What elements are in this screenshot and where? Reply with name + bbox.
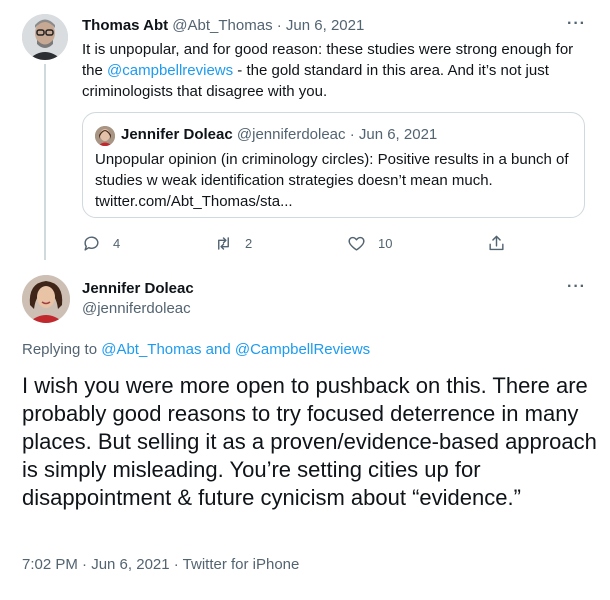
- replying-to: Replying to @Abt_Thomas and @CampbellRev…: [22, 341, 370, 358]
- retweet-count: 2: [245, 236, 253, 251]
- main-more-button[interactable]: ···: [567, 278, 586, 296]
- avatar-image: [22, 275, 70, 323]
- tweet-timestamp[interactable]: 7:02 PM · Jun 6, 2021 · Twitter for iPho…: [22, 556, 299, 573]
- avatar-jennifer-doleac[interactable]: [22, 275, 70, 323]
- thread-line: [44, 64, 46, 260]
- parent-header: Thomas Abt @Abt_Thomas · Jun 6, 2021: [82, 17, 364, 34]
- replying-to-prefix: Replying to: [22, 341, 102, 358]
- like-count: 10: [378, 236, 393, 251]
- share-button[interactable]: [487, 234, 518, 253]
- quoted-header: Jennifer Doleac @jenniferdoleac · Jun 6,…: [121, 126, 437, 143]
- share-icon: [489, 235, 504, 251]
- quoted-avatar: [95, 126, 115, 146]
- parent-author-name[interactable]: Thomas Abt: [82, 17, 168, 34]
- parent-author-handle[interactable]: @Abt_Thomas: [172, 17, 272, 34]
- reply-user-abt-thomas[interactable]: @Abt_Thomas: [101, 341, 201, 358]
- quoted-tweet-card[interactable]: Jennifer Doleac @jenniferdoleac · Jun 6,…: [82, 112, 585, 218]
- reply-user-campbellreviews[interactable]: @CampbellReviews: [235, 341, 370, 358]
- quoted-avatar-image: [95, 126, 115, 146]
- heart-icon: [348, 236, 365, 251]
- main-tweet-text: I wish you were more open to pushback on…: [22, 373, 597, 510]
- retweet-button[interactable]: 2: [214, 234, 252, 253]
- quoted-author-handle: @jenniferdoleac: [236, 126, 346, 143]
- parent-date[interactable]: · Jun 6, 2021: [277, 17, 365, 34]
- quoted-date: · Jun 6, 2021: [349, 126, 438, 143]
- like-button[interactable]: 10: [347, 234, 392, 253]
- quoted-text: Unpopular opinion (in criminology circle…: [95, 151, 569, 210]
- reply-count: 4: [113, 236, 121, 251]
- reply-button[interactable]: 4: [82, 234, 120, 253]
- reply-and: and: [201, 341, 235, 358]
- retweet-icon: [218, 237, 229, 250]
- avatar-image: [22, 14, 68, 60]
- parent-more-button[interactable]: ···: [567, 15, 586, 33]
- main-author-name[interactable]: Jennifer Doleac: [82, 280, 194, 297]
- mention-campbellreviews[interactable]: @campbellreviews: [107, 62, 233, 79]
- reply-icon: [84, 236, 99, 251]
- avatar-thomas-abt[interactable]: [22, 14, 68, 60]
- parent-text: It is unpopular, and for good reason: th…: [82, 39, 587, 102]
- main-author-handle[interactable]: @jenniferdoleac: [82, 300, 191, 317]
- quoted-author-name: Jennifer Doleac: [121, 126, 233, 143]
